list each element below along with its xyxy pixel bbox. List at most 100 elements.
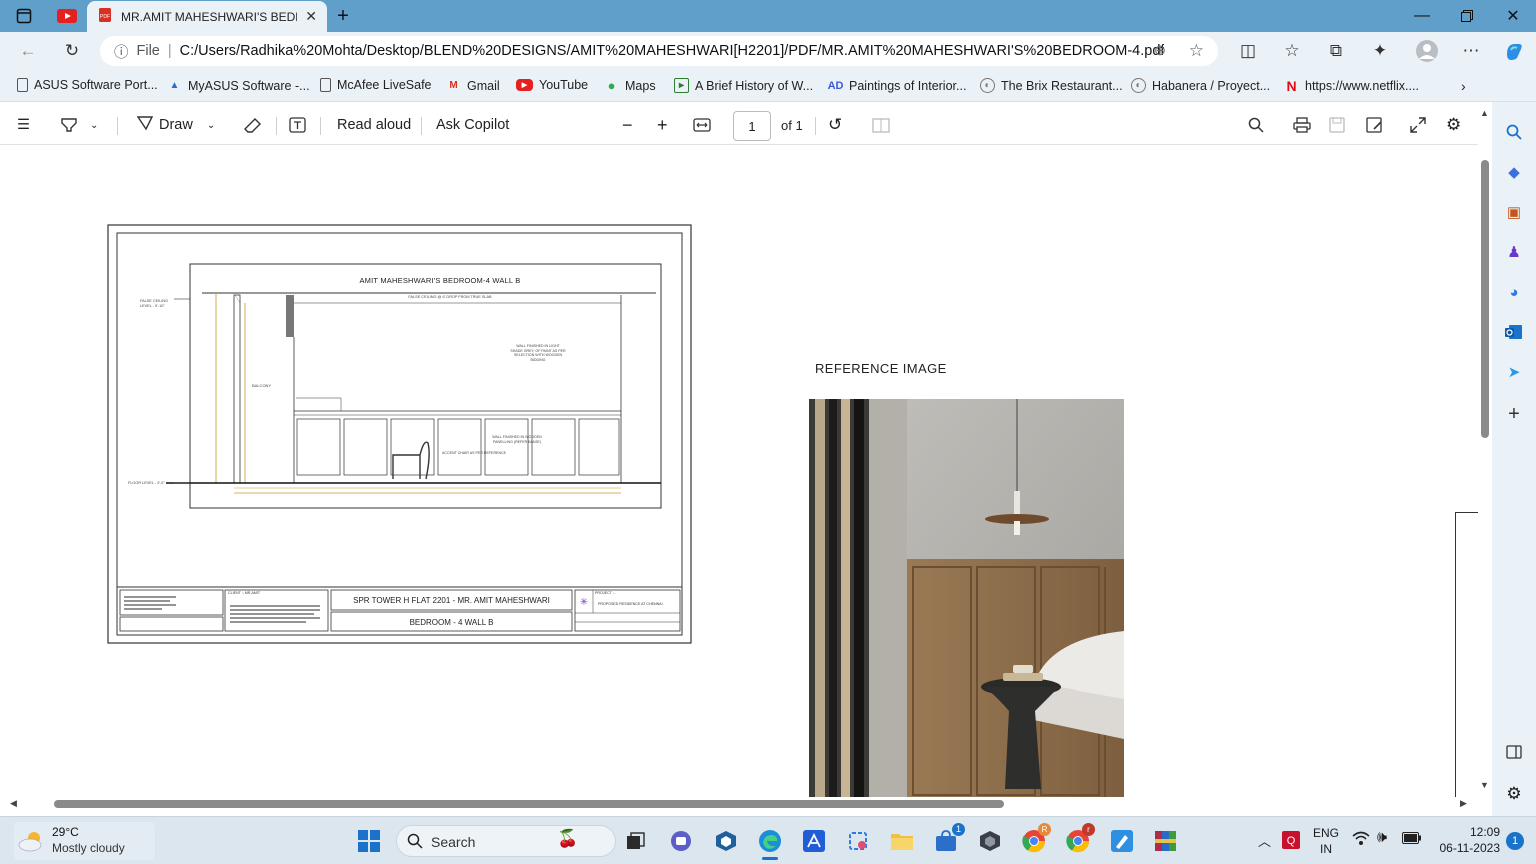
chrome-second-profile-icon[interactable]: r [1062,823,1095,857]
text-box-icon[interactable] [289,113,306,137]
vertical-scroll-thumb[interactable] [1481,160,1489,438]
back-button[interactable]: ← [13,36,43,66]
tray-chevron-icon[interactable]: ︿ [1258,831,1271,850]
snipping-tool-icon[interactable] [842,825,874,857]
paint-icon[interactable] [1106,825,1138,857]
url-field[interactable]: ⓘ File | C:/Users/Radhika%20Mohta/Deskto… [100,36,1218,66]
save-as-icon[interactable] [1366,113,1383,137]
minimize-button[interactable]: — [1399,0,1445,32]
draw-button[interactable]: Draw ⌄ [136,113,215,137]
sidebar-tools-icon[interactable]: ▣ [1502,200,1526,224]
favorites-icon[interactable]: ☆ [1277,36,1307,66]
language-indicator[interactable]: ENG IN [1311,825,1341,857]
sidebar-telegram-icon[interactable]: ➤ [1502,360,1526,384]
winrar-icon[interactable] [1150,825,1182,857]
clock[interactable]: 12:09 06-11-2023 [1424,824,1501,856]
teams-chat-icon[interactable] [665,825,697,857]
favorite-star-icon[interactable]: ☆ [1189,41,1204,61]
chrome-profile-icon[interactable]: R [1018,823,1051,857]
bookmark-maps[interactable]: ● Maps [604,78,656,93]
clock-time: 12:09 [1469,825,1500,839]
notification-badge[interactable]: 1 [1506,832,1524,850]
task-view-icon[interactable] [620,825,652,857]
refresh-button[interactable]: ↻ [57,36,87,66]
bookmark-mcafee[interactable]: McAfee LiveSafe [320,78,432,92]
fullscreen-icon[interactable] [1410,113,1426,137]
sidebar-settings-icon[interactable]: ⚙ [1502,782,1526,806]
tray-mcafee-icon[interactable]: Q [1282,831,1300,852]
extensions-icon[interactable]: ✦ [1365,36,1395,66]
settings-gear-icon[interactable]: ⚙ [1446,113,1461,137]
info-icon[interactable]: ⓘ [114,41,129,62]
bookmark-habanera[interactable]: ◐ Habanera / Proyect... [1131,78,1270,93]
profile-avatar[interactable] [1412,36,1442,66]
highlight-icon[interactable]: ⌄ [60,113,98,137]
zoom-in-icon[interactable]: + [657,113,668,137]
tab-active[interactable]: PDF MR.AMIT MAHESHWARI'S BEDR( ✕ [87,1,327,32]
scroll-left-icon[interactable]: ◀ [10,798,17,809]
contents-icon[interactable]: ☰ [17,113,30,137]
bookmark-youtube[interactable]: ▶ YouTube [516,78,588,92]
bookmark-netflix[interactable]: N https://www.netflix.... [1284,78,1419,94]
taskbar-search-box[interactable]: Search 🍒 [396,825,616,857]
scroll-right-icon[interactable]: ▶ [1460,798,1467,809]
start-button[interactable] [353,825,385,857]
zoom-icon[interactable]: ⊕ [1154,43,1166,59]
tab-close-icon[interactable]: ✕ [305,8,317,25]
restore-button[interactable] [1444,0,1490,32]
bookmark-gmail[interactable]: M Gmail [446,78,499,93]
page-number-input[interactable]: 1 [733,111,771,141]
app-3d-icon[interactable] [710,825,742,857]
temperature: 29°C [52,825,79,839]
autocad-icon[interactable] [798,825,830,857]
new-tab-icon[interactable]: + [332,5,354,27]
bookmark-brix[interactable]: ◐ The Brix Restaurant... [980,78,1123,93]
bookmark-history[interactable]: ▸ A Brief History of W... [674,78,813,93]
sidebar-add-icon[interactable]: + [1502,402,1526,426]
copilot-icon[interactable] [1499,36,1529,66]
more-menu-icon[interactable]: ⋯ [1456,36,1486,66]
sidebar-microsoft365-icon[interactable]: ◕ [1502,280,1526,304]
search-icon[interactable] [1248,113,1264,137]
ask-copilot-button[interactable]: Ask Copilot [436,113,509,137]
print-icon[interactable] [1293,113,1311,137]
save-icon[interactable] [1329,113,1345,137]
scroll-down-icon[interactable]: ▼ [1480,780,1489,790]
store-icon[interactable]: 1 [930,823,965,857]
edge-browser-icon[interactable] [754,825,786,860]
project-label: PROJECT :- [595,591,615,595]
vertical-scrollbar[interactable]: ▲ ▼ [1478,102,1492,797]
scroll-up-icon[interactable]: ▲ [1480,108,1489,118]
sketchup-icon[interactable] [974,825,1006,857]
read-aloud-button[interactable]: Read aloud [337,113,411,137]
close-window-button[interactable]: ✕ [1490,0,1536,32]
battery-icon[interactable] [1402,832,1422,847]
collections-icon[interactable]: ⧉ [1321,36,1351,66]
page-view-icon[interactable] [872,113,890,137]
horizontal-scrollbar[interactable]: ◀ ▶ [0,797,1478,811]
horizontal-scroll-thumb[interactable] [54,800,1004,808]
sidebar-games-icon[interactable]: ♟ [1502,240,1526,264]
bookmark-paintings[interactable]: AD Paintings of Interior... [828,78,967,93]
firm-logo-icon: ✳ [580,597,588,608]
wifi-icon[interactable] [1352,830,1370,850]
youtube-tab-icon[interactable] [56,6,78,26]
fit-width-icon[interactable] [693,113,711,137]
bookmarks-overflow-icon[interactable]: › [1461,78,1466,94]
title-bar: PDF MR.AMIT MAHESHWARI'S BEDR( ✕ + — ✕ [0,0,1536,32]
sidebar-toggle-icon[interactable] [1502,740,1526,764]
sidebar-outlook-icon[interactable] [1502,320,1526,344]
rotate-icon[interactable]: ↺ [828,113,842,137]
sidebar-search-icon[interactable] [1502,120,1526,144]
volume-icon[interactable]: 🕪 [1377,829,1387,847]
sidebar-shopping-icon[interactable]: ◆ [1502,160,1526,184]
bookmark-myasus[interactable]: ▲ MyASUS Software -... [167,78,310,93]
tab-actions-icon[interactable] [13,6,35,26]
zoom-out-icon[interactable]: − [622,113,633,137]
weather-widget[interactable]: 29°C Mostly cloudy [14,822,155,860]
eraser-icon[interactable] [244,113,262,137]
split-screen-icon[interactable]: ◫ [1233,36,1263,66]
bookmark-asus-portal[interactable]: ASUS Software Port... [17,78,158,92]
file-explorer-icon[interactable] [886,825,918,857]
pdf-toolbar: ☰ ⌄ Draw ⌄ Read aloud Ask Copilot − + 1 … [0,104,1478,145]
